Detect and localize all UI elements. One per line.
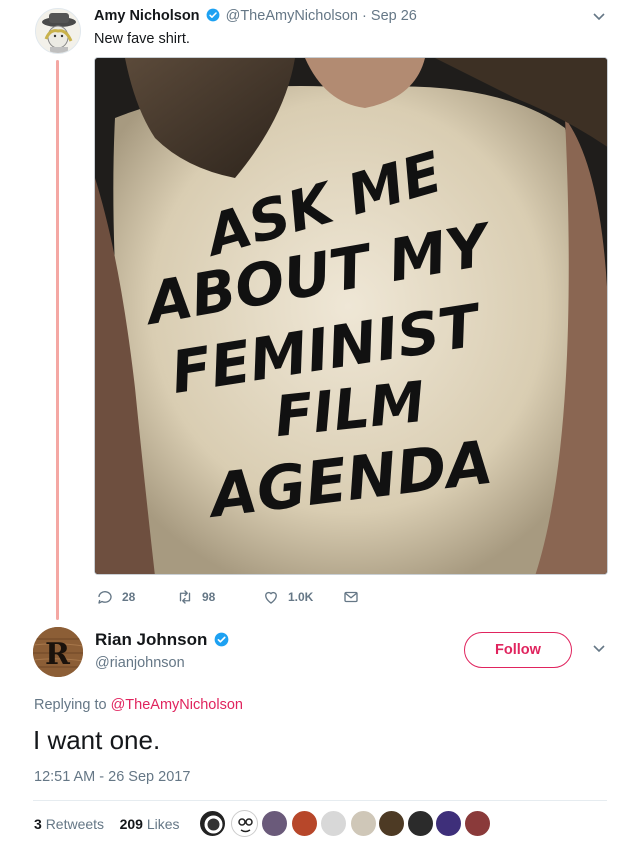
liker-avatar[interactable] bbox=[320, 810, 347, 837]
reply-count: 28 bbox=[122, 590, 136, 604]
verified-icon bbox=[214, 632, 229, 647]
tweet1-header: Amy Nicholson @TheAmyNicholson · Sep 26 bbox=[94, 8, 417, 24]
likes-count: 209 bbox=[119, 816, 143, 832]
retweets-label: Retweets bbox=[45, 816, 105, 832]
direct-message-button[interactable] bbox=[342, 588, 368, 606]
tweet2-stats: 3 Retweets 209 Likes bbox=[34, 816, 180, 832]
tweet1-author-handle[interactable]: @TheAmyNicholson bbox=[226, 8, 358, 24]
follow-button[interactable]: Follow bbox=[464, 632, 572, 668]
retweet-button[interactable]: 98 bbox=[176, 588, 215, 606]
liker-avatar[interactable] bbox=[407, 810, 434, 837]
tweet1-separator: · bbox=[362, 8, 367, 24]
replying-to-link[interactable]: @TheAmyNicholson bbox=[111, 697, 243, 713]
likes-stat[interactable]: 209 Likes bbox=[120, 816, 180, 832]
heart-icon bbox=[265, 591, 277, 604]
liker-avatar[interactable] bbox=[464, 810, 491, 837]
tweet1-photo[interactable]: ASK ME ABOUT MY FEMINIST FILM AGENDA bbox=[94, 57, 608, 575]
replying-to: Replying to @TheAmyNicholson bbox=[34, 697, 243, 713]
chevron-down-icon[interactable] bbox=[592, 12, 606, 22]
retweets-count: 3 bbox=[34, 816, 42, 832]
retweet-count: 98 bbox=[202, 590, 216, 604]
chevron-down-icon[interactable] bbox=[592, 644, 606, 654]
tweet2-author-name-text[interactable]: Rian Johnson bbox=[95, 630, 207, 649]
tweet1-date[interactable]: Sep 26 bbox=[371, 8, 417, 24]
envelope-icon bbox=[344, 591, 358, 603]
likes-label: Likes bbox=[146, 816, 180, 832]
tweet1-text: New fave shirt. bbox=[94, 31, 190, 47]
liker-avatar[interactable] bbox=[261, 810, 288, 837]
tweet2-author-handle[interactable]: @rianjohnson bbox=[95, 655, 185, 671]
thread-line bbox=[56, 60, 59, 620]
liker-avatar[interactable] bbox=[231, 810, 258, 837]
rian-avatar[interactable]: R bbox=[33, 627, 83, 677]
retweet-icon bbox=[179, 590, 191, 604]
tweet1-author-name[interactable]: Amy Nicholson bbox=[94, 8, 200, 24]
avatar-letter: R bbox=[45, 637, 71, 672]
retweets-stat[interactable]: 3 Retweets bbox=[34, 816, 104, 832]
liker-avatar[interactable] bbox=[291, 810, 318, 837]
tweet2-text: I want one. bbox=[33, 725, 161, 755]
replying-prefix: Replying to bbox=[34, 697, 107, 713]
like-button[interactable]: 1.0K bbox=[262, 588, 313, 606]
reply-icon bbox=[98, 591, 112, 604]
tweet1-actions: 28 98 1.0K bbox=[96, 588, 396, 608]
liker-avatar[interactable] bbox=[350, 810, 377, 837]
liker-avatar[interactable] bbox=[199, 810, 226, 837]
liker-avatar[interactable] bbox=[435, 810, 462, 837]
divider bbox=[33, 800, 607, 801]
verified-icon bbox=[206, 8, 219, 22]
reply-button[interactable]: 28 bbox=[96, 588, 135, 606]
tweet2-author-name: Rian Johnson bbox=[95, 630, 231, 650]
tweet2-timestamp[interactable]: 12:51 AM - 26 Sep 2017 bbox=[34, 769, 190, 785]
like-count: 1.0K bbox=[288, 590, 314, 604]
liker-avatar[interactable] bbox=[378, 810, 405, 837]
amy-avatar[interactable] bbox=[35, 8, 81, 54]
